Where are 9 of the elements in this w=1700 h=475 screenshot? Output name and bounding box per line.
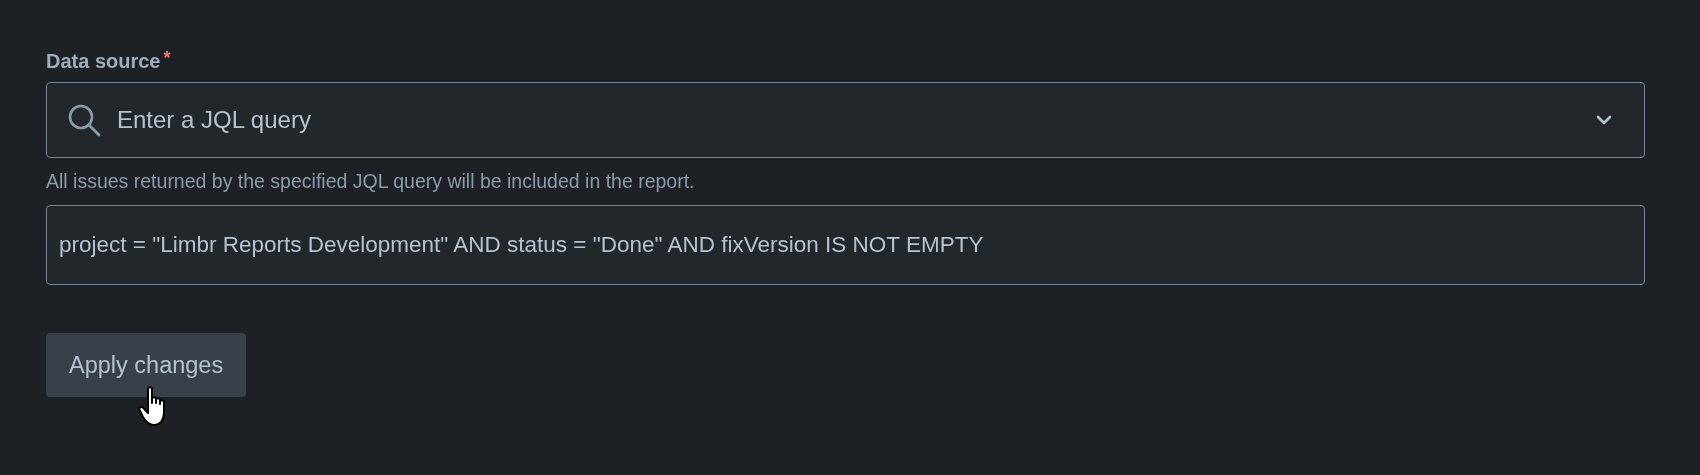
chevron-down-icon [1596,115,1612,125]
select-placeholder: Enter a JQL query [117,106,312,134]
query-select[interactable]: Enter a JQL query [46,82,1645,158]
helper-text: All issues returned by the specified JQL query will be included in the report. [46,170,696,193]
query-field[interactable]: project = "Limbr Reports Development" AND status = "Done" AND fixVersion IS NOT EMPTY [46,205,1645,285]
apply-button[interactable]: Apply changes [46,333,247,397]
field-label: Data source [46,49,161,74]
required-mark: * [163,47,171,70]
search-icon [67,103,101,137]
